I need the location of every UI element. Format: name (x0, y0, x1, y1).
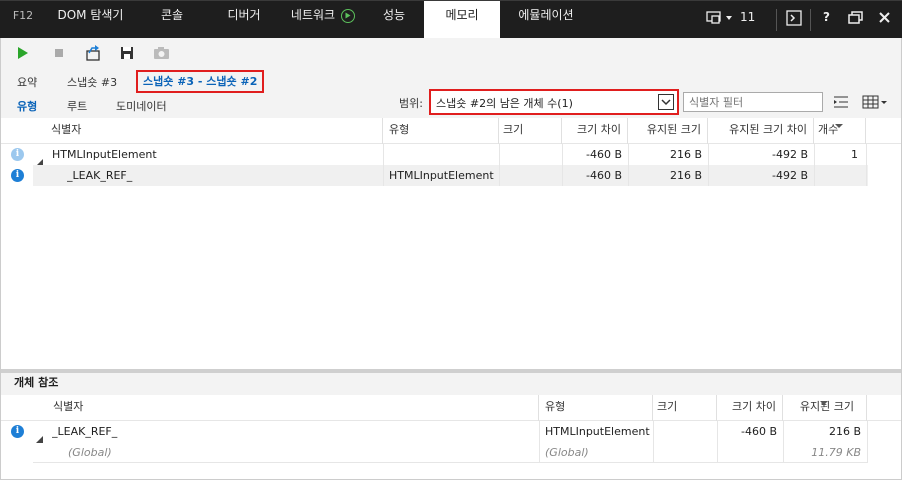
divider (562, 144, 563, 186)
main-table-header: 식별자 유형 크기 크기 차이 유지된 크기 유지된 크기 차이 개수 (0, 118, 902, 144)
console-prompt-icon[interactable] (786, 10, 802, 29)
tab-snapshot-3[interactable]: 스냅숏 #3 (67, 74, 117, 90)
divider (814, 144, 815, 186)
divider (499, 144, 500, 186)
memory-toolbar (0, 38, 902, 68)
column-chooser-icon[interactable] (862, 95, 888, 112)
screen-selector-icon[interactable] (706, 10, 736, 29)
error-count[interactable]: 11 (740, 10, 755, 24)
col-retained-size[interactable]: 유지된 크기 (628, 118, 708, 144)
start-profiling-icon[interactable] (15, 45, 31, 61)
row-retained-size: 216 B (828, 425, 861, 438)
identifier-filter-input[interactable] (683, 92, 823, 112)
tab-emulation[interactable]: 에뮬레이션 (506, 1, 586, 39)
divider (810, 9, 811, 31)
tab-console[interactable]: 콘솔 (146, 1, 198, 39)
row-count: 1 (851, 148, 858, 161)
import-icon[interactable] (85, 45, 101, 61)
tab-performance[interactable]: 성능 (372, 1, 416, 39)
close-icon[interactable] (878, 11, 891, 27)
object-refs-title: 개체 참조 (0, 373, 902, 395)
stop-profiling-icon (51, 45, 67, 61)
view-dominators[interactable]: 도미네이터 (116, 98, 167, 114)
row-retained-size-diff: -492 B (771, 169, 808, 182)
row-size-diff: -460 B (585, 169, 622, 182)
view-roots[interactable]: 루트 (67, 98, 87, 114)
row-type (389, 144, 499, 165)
row-type: HTMLInputElement (389, 169, 494, 182)
table-row[interactable]: i _LEAK_REF_ HTMLInputElement -460 B 216… (0, 421, 868, 443)
sort-desc-icon (820, 395, 828, 409)
col-type[interactable]: 유형 (539, 395, 653, 421)
network-play-icon[interactable] (341, 9, 355, 23)
col-retained-size-diff[interactable]: 유지된 크기 차이 (708, 118, 814, 144)
divider (33, 462, 868, 463)
frame-border (0, 68, 1, 480)
row-retained-size: 216 B (669, 148, 702, 161)
devtools-tabbar: F12 DOM 탐색기 콘솔 디버거 네트워크 성능 메모리 에뮬레이션 11 … (0, 0, 902, 39)
chevron-down-icon[interactable] (658, 94, 674, 110)
table-row[interactable]: i HTMLInputElement -460 B 216 B -492 B 1 (0, 144, 868, 166)
tab-network[interactable]: 네트워크 (283, 1, 343, 39)
tab-debugger[interactable]: 디버거 (214, 1, 274, 39)
divider (653, 421, 654, 463)
row-identifier: _LEAK_REF_ (52, 425, 118, 438)
col-identifier[interactable]: 식별자 (33, 395, 539, 421)
scope-label: 범위: (399, 97, 423, 110)
table-row[interactable]: _LEAK_REF_ HTMLInputElement -460 B 216 B… (33, 165, 868, 186)
divider (783, 421, 784, 463)
info-icon[interactable]: i (11, 425, 24, 438)
row-retained-size: 11.79 KB (811, 446, 861, 459)
row-identifier: HTMLInputElement (52, 148, 157, 161)
divider (628, 144, 629, 186)
divider (776, 9, 777, 31)
save-icon[interactable] (119, 45, 135, 61)
sort-desc-icon (835, 118, 843, 132)
snapshot-camera-icon (153, 45, 169, 61)
row-type: HTMLInputElement (545, 425, 650, 438)
col-size[interactable]: 크기 (499, 118, 562, 144)
col-identifier[interactable]: 식별자 (33, 118, 383, 144)
refs-table-header: 식별자 유형 크기 크기 차이 유지된 크기 (0, 395, 902, 421)
row-identifier: _LEAK_REF_ (67, 169, 133, 182)
scope-select-value: 스냅숏 #2의 남은 개체 수(1) (436, 97, 573, 110)
undock-icon[interactable] (848, 11, 864, 28)
f12-label: F12 (12, 9, 34, 22)
info-icon[interactable]: i (11, 169, 24, 182)
tab-dom-explorer[interactable]: DOM 탐색기 (43, 1, 138, 39)
row-size-diff: -460 B (585, 148, 622, 161)
table-row[interactable]: (Global) (Global) 11.79 KB (0, 442, 868, 463)
row-identifier: (Global) (68, 446, 112, 459)
col-size[interactable]: 크기 (653, 395, 717, 421)
help-icon[interactable]: ? (823, 10, 830, 24)
row-retained-size: 216 B (669, 169, 702, 182)
divider (866, 144, 867, 186)
snapshot-subtabs: 요약 스냅숏 #3 스냅숏 #3 - 스냅숏 #2 유형 루트 도미네이터 범위… (0, 68, 902, 118)
row-retained-size-diff: -492 B (771, 148, 808, 161)
tab-memory[interactable]: 메모리 (424, 1, 500, 39)
divider (717, 421, 718, 463)
tab-snapshot-diff[interactable]: 스냅숏 #3 - 스냅숏 #2 (136, 70, 265, 93)
col-size-diff[interactable]: 크기 차이 (717, 395, 783, 421)
col-size-diff[interactable]: 크기 차이 (562, 118, 628, 144)
divider (383, 144, 384, 186)
tab-summary[interactable]: 요약 (17, 74, 37, 90)
fold-objects-icon[interactable] (833, 95, 849, 112)
divider (708, 144, 709, 186)
row-size-diff: -460 B (740, 425, 777, 438)
divider (867, 421, 868, 463)
view-types[interactable]: 유형 (17, 98, 37, 114)
col-type[interactable]: 유형 (383, 118, 499, 144)
info-icon[interactable]: i (11, 148, 24, 161)
scope-select[interactable]: 스냅숏 #2의 남은 개체 수(1) (429, 89, 679, 115)
divider (539, 421, 540, 463)
row-type: (Global) (545, 446, 589, 459)
